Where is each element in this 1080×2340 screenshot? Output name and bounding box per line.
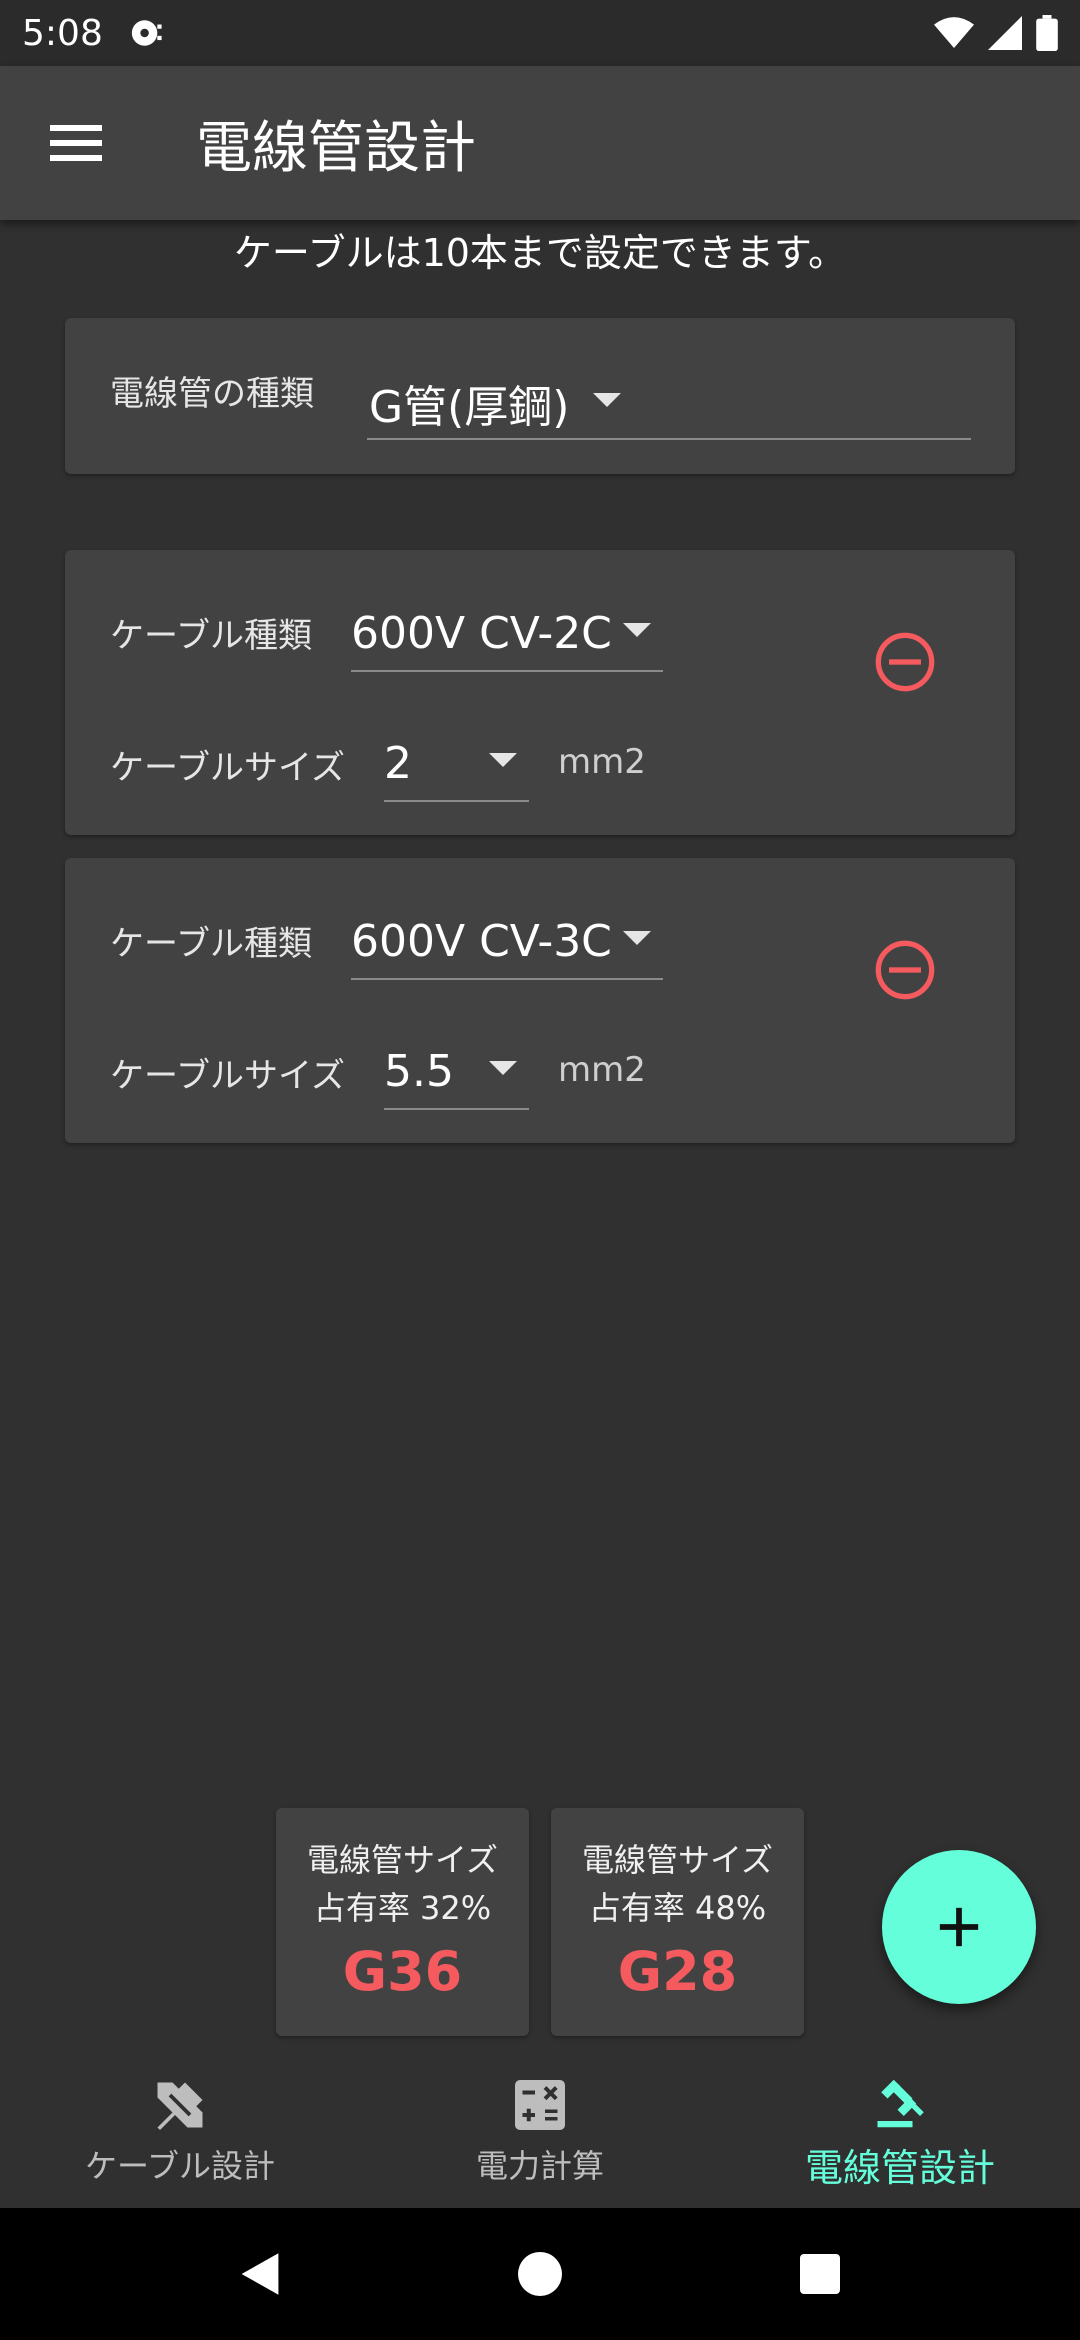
result-occupancy: 占有率 48% (588, 1889, 767, 1927)
dropdown-arrow-icon (623, 931, 651, 945)
notification-disc-icon (131, 20, 162, 46)
dropdown-arrow-icon (489, 753, 517, 767)
cable-type-label: ケーブル種類 (110, 924, 312, 964)
result-card: 電線管サイズ 占有率 32% G36 (276, 1808, 529, 2036)
nav-label: 電線管設計 (804, 2145, 995, 2190)
battery-icon (1036, 15, 1058, 51)
plus-icon (939, 1907, 979, 1947)
page-title: 電線管設計 (196, 115, 476, 181)
menu-button[interactable] (44, 111, 108, 175)
result-occupancy: 占有率 32% (313, 1889, 492, 1927)
dropdown-arrow-icon (489, 1061, 517, 1075)
cable-size-dropdown[interactable]: 2 (384, 726, 529, 802)
nav-item-power-calc[interactable]: 電力計算 (360, 2054, 720, 2208)
system-navigation-bar (0, 2208, 1080, 2340)
nav-item-conduit-design[interactable]: 電線管設計 (720, 2054, 1080, 2208)
gavel-icon (877, 2079, 924, 2127)
calculator-icon (515, 2080, 565, 2130)
home-circle-icon (518, 2252, 562, 2296)
result-card: 電線管サイズ 占有率 48% G28 (551, 1808, 804, 2036)
back-button[interactable] (230, 2244, 290, 2304)
app-bar: 電線管設計 (0, 66, 1080, 220)
cable-size-unit: mm2 (558, 742, 646, 782)
bottom-navigation: ケーブル設計 電力計算 電線管設計 (0, 2054, 1080, 2208)
add-cable-button[interactable] (882, 1850, 1036, 2004)
cable-type-value: 600V CV-2C (351, 607, 612, 659)
status-bar: 5:08 (0, 0, 1080, 66)
screen: 5:08 電線管設計 ケーブルは10本まで設定できます。 電線管の種類 G管(厚… (0, 0, 1080, 2340)
hamburger-menu-icon (50, 125, 102, 161)
remove-cable-icon[interactable] (873, 630, 937, 694)
remove-cable-icon[interactable] (873, 938, 937, 1002)
conduit-type-card: 電線管の種類 G管(厚鋼) (65, 318, 1015, 474)
cable-size-dropdown[interactable]: 5.5 (384, 1034, 529, 1110)
conduit-type-dropdown[interactable]: G管(厚鋼) (367, 368, 971, 440)
result-conduit-size: G28 (617, 1940, 738, 2003)
nav-item-cable-design[interactable]: ケーブル設計 (0, 2054, 360, 2208)
nav-label: 電力計算 (475, 2147, 604, 2185)
wifi-icon (934, 17, 974, 48)
cable-type-dropdown[interactable]: 600V CV-3C (351, 904, 663, 980)
cable-size-label: ケーブルサイズ (110, 1056, 345, 1096)
dropdown-arrow-icon (593, 393, 621, 407)
cable-size-unit: mm2 (558, 1050, 646, 1090)
result-title: 電線管サイズ (581, 1841, 774, 1879)
cable-size-value: 2 (384, 737, 412, 789)
info-text: ケーブルは10本まで設定できます。 (233, 231, 847, 275)
result-title: 電線管サイズ (306, 1841, 499, 1879)
cable-type-value: 600V CV-3C (351, 915, 612, 967)
recents-button[interactable] (790, 2244, 850, 2304)
status-time: 5:08 (22, 12, 103, 54)
result-conduit-size: G36 (342, 1940, 463, 2003)
recents-square-icon (800, 2254, 840, 2294)
tools-icon (157, 2082, 203, 2130)
cable-type-dropdown[interactable]: 600V CV-2C (351, 596, 663, 672)
conduit-type-label: 電線管の種類 (110, 374, 314, 414)
cable-card: ケーブル種類 600V CV-2C ケーブルサイズ 2 mm2 (65, 550, 1015, 835)
home-button[interactable] (510, 2244, 570, 2304)
cable-size-value: 5.5 (384, 1045, 454, 1097)
back-triangle-icon (241, 2253, 279, 2295)
status-icons (934, 15, 1058, 51)
cable-type-label: ケーブル種類 (110, 616, 312, 656)
nav-label: ケーブル設計 (84, 2147, 276, 2185)
cable-card: ケーブル種類 600V CV-3C ケーブルサイズ 5.5 mm2 (65, 858, 1015, 1143)
dropdown-arrow-icon (623, 623, 651, 637)
cable-size-label: ケーブルサイズ (110, 748, 345, 788)
signal-icon (988, 16, 1022, 50)
conduit-type-value: G管(厚鋼) (369, 382, 570, 433)
